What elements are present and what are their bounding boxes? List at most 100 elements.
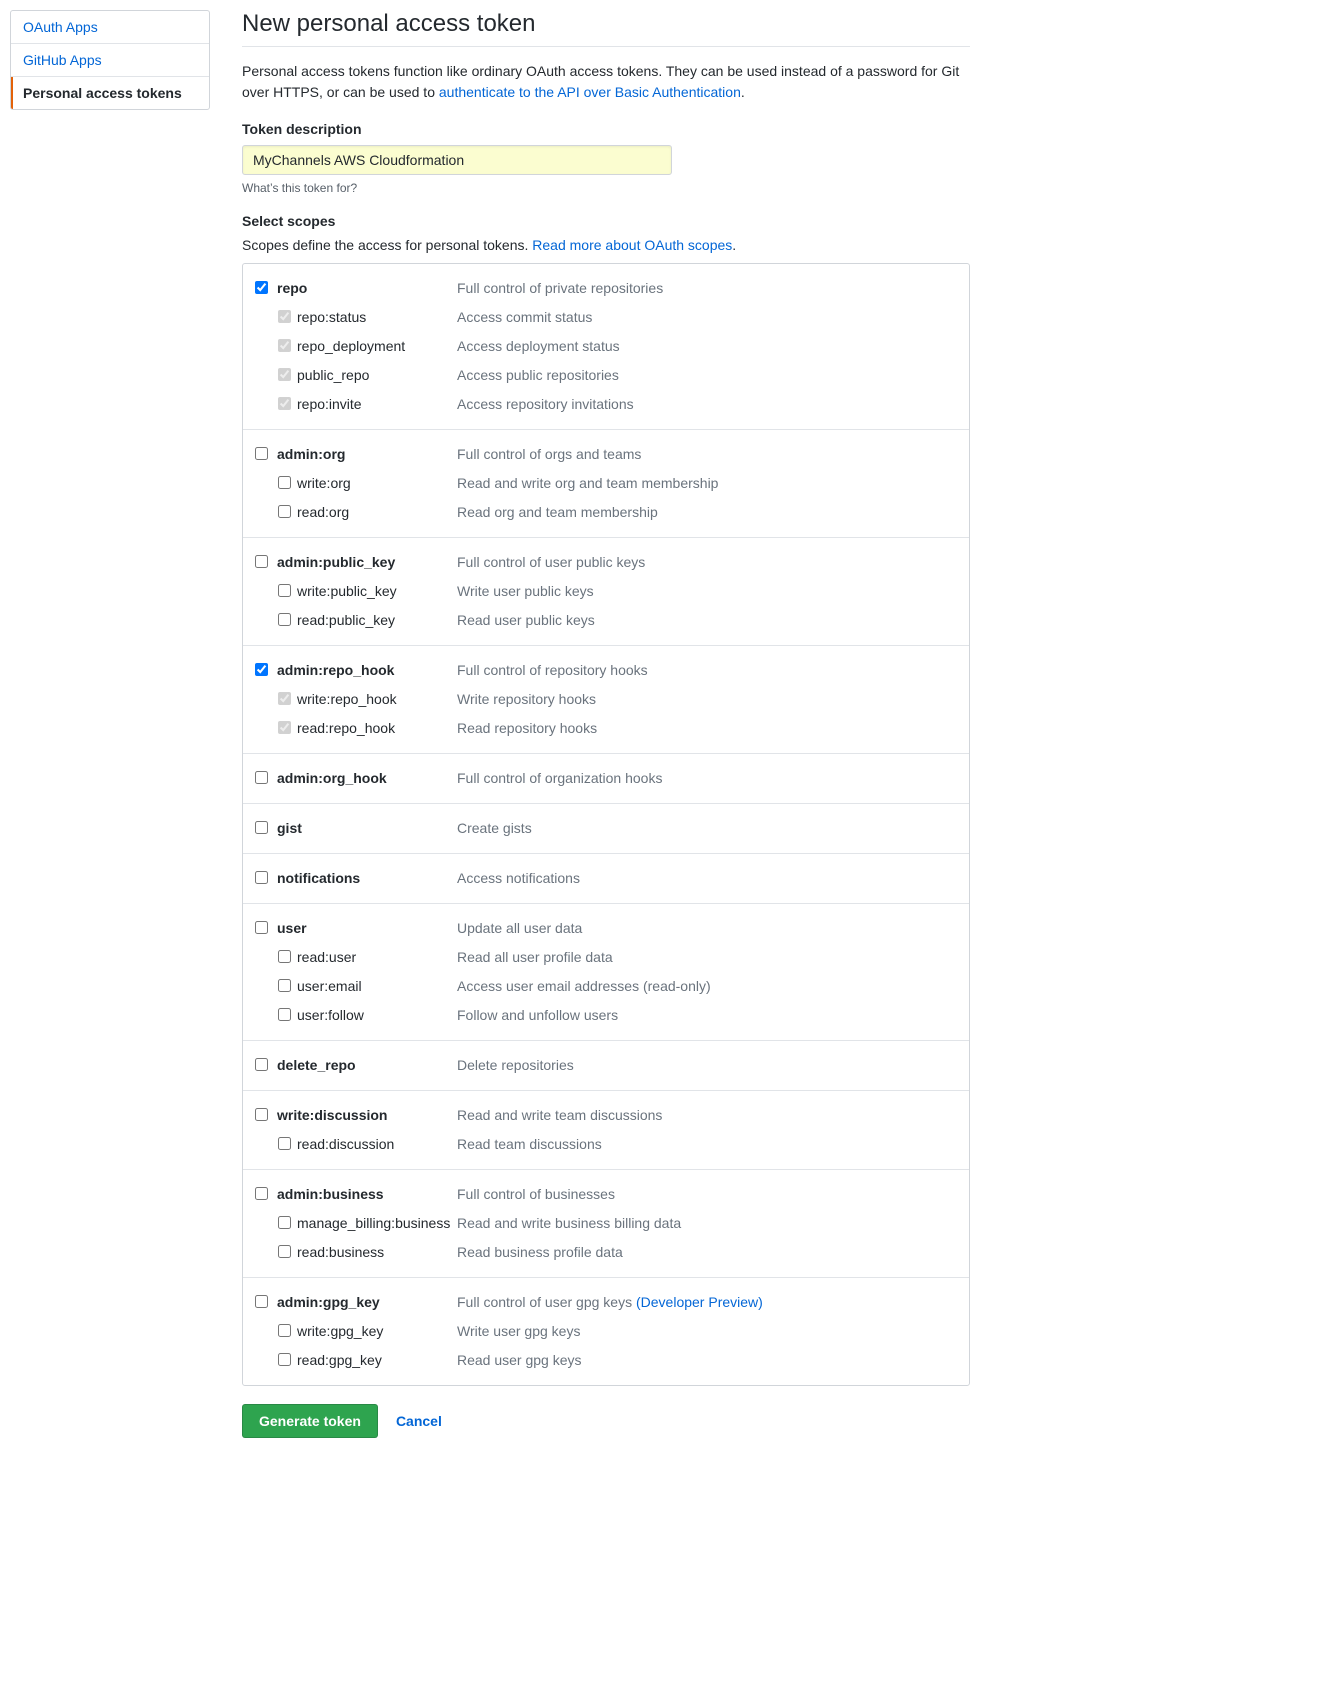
scope-row-repo: repoFull control of private repositories: [255, 274, 957, 303]
scope-desc: Full control of private repositories: [457, 278, 957, 298]
scope-desc: Read user gpg keys: [457, 1350, 957, 1370]
scope-row-admin-repo-hook: admin:repo_hookFull control of repositor…: [255, 656, 957, 685]
scope-checkbox-repo[interactable]: [255, 281, 268, 294]
scope-name: read:repo_hook: [297, 718, 457, 738]
scope-checkbox-admin-business[interactable]: [255, 1187, 268, 1200]
scope-checkbox-read-repo-hook[interactable]: [278, 721, 291, 734]
scope-checkbox-user-email[interactable]: [278, 979, 291, 992]
scope-desc: Access user email addresses (read-only): [457, 976, 957, 996]
scope-row-repo-deployment: repo_deploymentAccess deployment status: [255, 332, 957, 361]
scope-name: user: [277, 918, 457, 938]
scope-checkbox-read-business[interactable]: [278, 1245, 291, 1258]
sidebar-item-github-apps[interactable]: GitHub Apps: [11, 44, 209, 77]
scope-name: read:public_key: [297, 610, 457, 630]
scope-checkbox-admin-org-hook[interactable]: [255, 771, 268, 784]
scopes-intro-after: .: [732, 237, 736, 253]
scope-name: admin:public_key: [277, 552, 457, 572]
scope-desc: Access repository invitations: [457, 394, 957, 414]
scope-desc: Read org and team membership: [457, 502, 957, 522]
scope-checkbox-notifications[interactable]: [255, 871, 268, 884]
scope-desc: Read and write team discussions: [457, 1105, 957, 1125]
cancel-link[interactable]: Cancel: [396, 1413, 442, 1429]
scope-checkbox-public-repo[interactable]: [278, 368, 291, 381]
scope-group-repo: repoFull control of private repositories…: [243, 264, 969, 430]
scope-checkbox-gist[interactable]: [255, 821, 268, 834]
main-content: New personal access token Personal acces…: [242, 10, 970, 1438]
scope-row-admin-public-key: admin:public_keyFull control of user pub…: [255, 548, 957, 577]
scope-desc-link[interactable]: (Developer Preview): [636, 1294, 763, 1310]
scope-row-admin-gpg-key: admin:gpg_keyFull control of user gpg ke…: [255, 1288, 957, 1317]
scope-row-read-discussion: read:discussionRead team discussions: [255, 1130, 957, 1159]
scope-checkbox-write-public-key[interactable]: [278, 584, 291, 597]
scope-checkbox-read-org[interactable]: [278, 505, 291, 518]
scope-desc: Write user gpg keys: [457, 1321, 957, 1341]
scope-row-admin-org: admin:orgFull control of orgs and teams: [255, 440, 957, 469]
scope-checkbox-admin-org[interactable]: [255, 447, 268, 460]
scope-checkbox-write-gpg-key[interactable]: [278, 1324, 291, 1337]
scope-checkbox-delete-repo[interactable]: [255, 1058, 268, 1071]
scope-desc: Write user public keys: [457, 581, 957, 601]
sidebar-item-oauth-apps[interactable]: OAuth Apps: [11, 11, 209, 44]
scope-desc: Read all user profile data: [457, 947, 957, 967]
scope-row-write-repo-hook: write:repo_hookWrite repository hooks: [255, 685, 957, 714]
scope-name: admin:business: [277, 1184, 457, 1204]
scope-name: write:repo_hook: [297, 689, 457, 709]
scope-name: user:email: [297, 976, 457, 996]
scope-checkbox-user-follow[interactable]: [278, 1008, 291, 1021]
scope-name: admin:org: [277, 444, 457, 464]
scope-row-read-org: read:orgRead org and team membership: [255, 498, 957, 527]
intro-after: .: [741, 84, 745, 100]
scope-row-read-gpg-key: read:gpg_keyRead user gpg keys: [255, 1346, 957, 1375]
scope-checkbox-admin-gpg-key[interactable]: [255, 1295, 268, 1308]
scope-name: repo:invite: [297, 394, 457, 414]
scope-checkbox-repo-deployment[interactable]: [278, 339, 291, 352]
scope-name: admin:org_hook: [277, 768, 457, 788]
scope-checkbox-user[interactable]: [255, 921, 268, 934]
scope-checkbox-admin-public-key[interactable]: [255, 555, 268, 568]
scope-name: gist: [277, 818, 457, 838]
scope-desc: Read team discussions: [457, 1134, 957, 1154]
scope-checkbox-admin-repo-hook[interactable]: [255, 663, 268, 676]
scope-group-write-discussion: write:discussionRead and write team disc…: [243, 1091, 969, 1170]
token-description-input[interactable]: [242, 145, 672, 175]
scope-checkbox-manage-billing-business[interactable]: [278, 1216, 291, 1229]
scope-name: read:org: [297, 502, 457, 522]
scopes-intro-link[interactable]: Read more about OAuth scopes: [532, 237, 732, 253]
scope-row-user-email: user:emailAccess user email addresses (r…: [255, 972, 957, 1001]
generate-token-button[interactable]: Generate token: [242, 1404, 378, 1438]
scopes-box: repoFull control of private repositories…: [242, 263, 970, 1386]
scope-desc: Read and write business billing data: [457, 1213, 957, 1233]
scope-row-public-repo: public_repoAccess public repositories: [255, 361, 957, 390]
scope-checkbox-write-discussion[interactable]: [255, 1108, 268, 1121]
scope-name: admin:repo_hook: [277, 660, 457, 680]
token-description-hint: What’s this token for?: [242, 181, 970, 195]
scope-checkbox-write-org[interactable]: [278, 476, 291, 489]
scope-group-user: userUpdate all user dataread:userRead al…: [243, 904, 969, 1041]
intro-link[interactable]: authenticate to the API over Basic Authe…: [439, 84, 741, 100]
scope-name: repo: [277, 278, 457, 298]
scope-desc: Read repository hooks: [457, 718, 957, 738]
scope-desc: Access commit status: [457, 307, 957, 327]
sidebar-nav: OAuth AppsGitHub AppsPersonal access tok…: [10, 10, 210, 110]
scope-name: delete_repo: [277, 1055, 457, 1075]
scopes-intro-before: Scopes define the access for personal to…: [242, 237, 532, 253]
scope-checkbox-read-user[interactable]: [278, 950, 291, 963]
scope-row-write-gpg-key: write:gpg_keyWrite user gpg keys: [255, 1317, 957, 1346]
scope-row-manage-billing-business: manage_billing:businessRead and write bu…: [255, 1209, 957, 1238]
scope-checkbox-read-gpg-key[interactable]: [278, 1353, 291, 1366]
scope-group-admin-org-hook: admin:org_hookFull control of organizati…: [243, 754, 969, 804]
scope-checkbox-write-repo-hook[interactable]: [278, 692, 291, 705]
scope-desc: Read and write org and team membership: [457, 473, 957, 493]
scope-name: public_repo: [297, 365, 457, 385]
scope-row-read-business: read:businessRead business profile data: [255, 1238, 957, 1267]
scope-row-read-public-key: read:public_keyRead user public keys: [255, 606, 957, 635]
scope-checkbox-repo-status[interactable]: [278, 310, 291, 323]
scope-desc: Access deployment status: [457, 336, 957, 356]
scope-group-admin-repo-hook: admin:repo_hookFull control of repositor…: [243, 646, 969, 754]
scope-row-user-follow: user:followFollow and unfollow users: [255, 1001, 957, 1030]
scope-checkbox-read-discussion[interactable]: [278, 1137, 291, 1150]
scope-checkbox-read-public-key[interactable]: [278, 613, 291, 626]
scope-desc: Follow and unfollow users: [457, 1005, 957, 1025]
scope-checkbox-repo-invite[interactable]: [278, 397, 291, 410]
scope-row-admin-business: admin:businessFull control of businesses: [255, 1180, 957, 1209]
